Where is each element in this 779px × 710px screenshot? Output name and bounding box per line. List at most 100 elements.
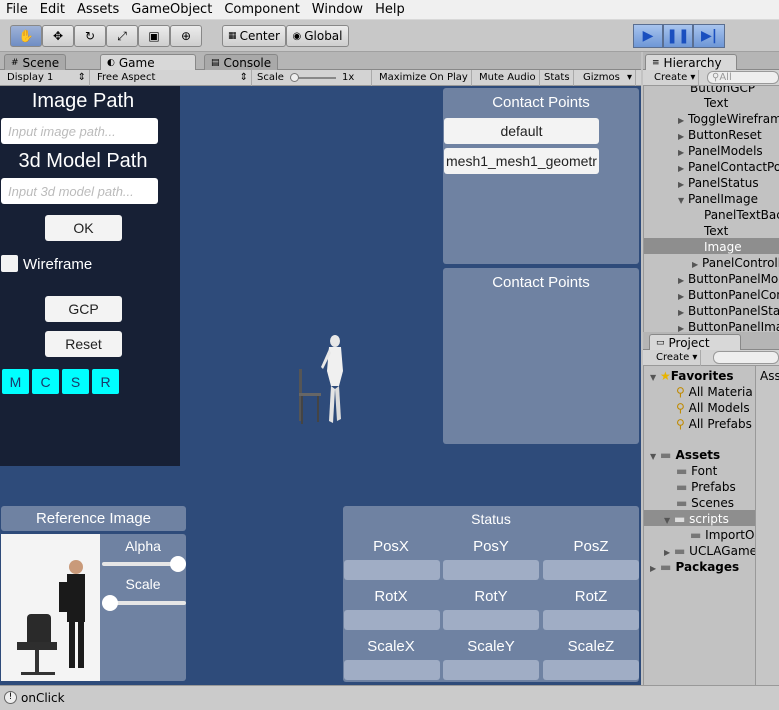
hierarchy-row-label: PanelContactPo — [688, 160, 779, 174]
mode-r-button[interactable]: R — [92, 369, 119, 394]
hierarchy-create-dropdown[interactable]: Create ▾ — [651, 70, 700, 86]
hierarchy-row[interactable]: ▶ PanelControll — [692, 255, 779, 271]
menu-file[interactable]: File — [0, 0, 34, 20]
favorites-row[interactable]: ▼ ★Favorites — [650, 368, 733, 384]
pivot-toggle[interactable]: ▦ Center — [222, 25, 286, 47]
hierarchy-row[interactable]: ▶ PanelModels — [678, 143, 763, 159]
scale-slider-ref-thumb[interactable] — [102, 595, 118, 611]
asset-folder[interactable]: ▬ Scenes — [676, 495, 734, 511]
menu-edit[interactable]: Edit — [34, 0, 71, 20]
favorite-item[interactable]: ⚲ All Prefabs — [676, 416, 752, 432]
hierarchy-row[interactable]: ▶ ButtonReset — [678, 127, 762, 143]
hierarchy-row[interactable]: ▼ PanelImage — [678, 191, 758, 207]
hierarchy-row[interactable]: ▶ ButtonPanelMod — [678, 271, 779, 287]
game-icon: ◐ — [107, 58, 115, 68]
gizmos-label: Gizmos — [583, 72, 620, 83]
image-path-input[interactable]: Input image path... — [1, 118, 158, 144]
scale-value: 1x — [342, 72, 355, 83]
hierarchy-search-input[interactable]: ⚲All — [707, 71, 779, 84]
tab-console[interactable]: ▤ Console — [204, 54, 279, 71]
hand-tool-button[interactable]: ✋ — [10, 25, 42, 47]
game-tabbar: # Scene ◐ Game ▤ Console — [0, 52, 641, 71]
asset-folder[interactable]: ▬ Prefabs — [676, 479, 736, 495]
hierarchy-row[interactable]: ▶ ButtonPanelIma — [678, 319, 779, 332]
gizmos-dropdown[interactable]: Gizmos ▾ — [580, 70, 636, 86]
hierarchy-row-selected[interactable]: Image — [704, 239, 742, 255]
menu-assets[interactable]: Assets — [71, 0, 125, 20]
hierarchy-row[interactable]: PanelTextBac — [704, 207, 779, 223]
mode-m-button[interactable]: M — [2, 369, 29, 394]
wireframe-checkbox[interactable] — [1, 255, 18, 272]
hierarchy-row[interactable]: ▶ PanelContactPo — [678, 159, 779, 175]
mode-s-button[interactable]: S — [62, 369, 89, 394]
posz-field[interactable] — [543, 560, 639, 580]
transform-tool-button[interactable]: ⊕ — [170, 25, 202, 47]
tab-game[interactable]: ◐ Game — [100, 54, 196, 71]
roty-label: RotY — [474, 588, 508, 605]
hierarchy-row[interactable]: ▶ ButtonPanelCon — [678, 287, 779, 303]
rotz-field[interactable] — [543, 610, 639, 630]
rotate-tool-button[interactable]: ↻ — [74, 25, 106, 47]
hierarchy-row[interactable]: ▶ PanelStatus — [678, 175, 759, 191]
asset-folder[interactable]: ▬ ImportO — [690, 527, 754, 543]
tab-scene[interactable]: # Scene — [4, 54, 67, 71]
menu-component[interactable]: Component — [218, 0, 305, 20]
folder-icon: ▬ — [674, 512, 686, 526]
mode-c-button[interactable]: C — [32, 369, 59, 394]
maximize-on-play-toggle[interactable]: Maximize On Play — [376, 70, 472, 86]
hierarchy-row[interactable]: ▶ ToggleWirefram — [678, 111, 779, 127]
project-search-input[interactable] — [713, 351, 779, 364]
model-path-input[interactable]: Input 3d model path... — [1, 178, 158, 204]
contact-item-mesh[interactable]: mesh1_mesh1_geometr — [444, 148, 599, 174]
assets-row[interactable]: ▼ ▬ Assets — [650, 447, 720, 463]
step-button[interactable]: ▶| — [693, 24, 725, 48]
scale-slider-thumb[interactable] — [290, 73, 299, 82]
display-dropdown[interactable]: Display 1 ⇕ — [4, 70, 90, 86]
asset-folder-selected[interactable]: ▼ ▬ scripts — [664, 511, 729, 527]
hierarchy-create-label: Create — [654, 72, 688, 83]
rect-tool-button[interactable]: ▣ — [138, 25, 170, 47]
posx-field[interactable] — [344, 560, 440, 580]
aspect-dropdown[interactable]: Free Aspect ⇕ — [94, 70, 252, 86]
mute-audio-toggle[interactable]: Mute Audio — [476, 70, 540, 86]
packages-row[interactable]: ▶ ▬ Packages — [650, 559, 739, 575]
contact-item-default[interactable]: default — [444, 118, 599, 144]
stats-toggle[interactable]: Stats — [541, 70, 574, 86]
scalex-field[interactable] — [344, 660, 440, 680]
scale-control: Scale 1x — [254, 70, 372, 86]
asset-folder[interactable]: ▶ ▬ UCLAGame — [664, 543, 756, 559]
favorite-item[interactable]: ⚲ All Models — [676, 400, 750, 416]
play-button[interactable]: ▶ — [633, 24, 663, 48]
move-tool-button[interactable]: ✥ — [42, 25, 74, 47]
dropdown-arrow-icon: ▾ — [692, 352, 698, 363]
menu-help[interactable]: Help — [369, 0, 411, 20]
menu-gameobject[interactable]: GameObject — [125, 0, 218, 20]
favorites-label: Favorites — [670, 369, 734, 383]
hierarchy-row[interactable]: ▶ ButtonPanelStat — [678, 303, 779, 319]
posy-field[interactable] — [443, 560, 539, 580]
alpha-slider-thumb[interactable] — [170, 556, 186, 572]
scalez-field[interactable] — [543, 660, 639, 680]
space-toggle[interactable]: ◉ Global — [286, 25, 349, 47]
scale-tool-button[interactable]: ⤢ — [106, 25, 138, 47]
favorite-item[interactable]: ⚲ All Materia — [676, 384, 753, 400]
project-create-dropdown[interactable]: Create ▾ — [653, 350, 702, 366]
hierarchy-row[interactable]: Text — [704, 223, 728, 239]
hierarchy-row[interactable]: Text — [704, 95, 728, 111]
asset-folder-label: UCLAGame — [689, 544, 756, 558]
dropdown-arrow-icon: ▾ — [690, 72, 696, 83]
asset-folder[interactable]: ▬ Font — [676, 463, 717, 479]
rotx-field[interactable] — [344, 610, 440, 630]
reset-button[interactable]: Reset — [45, 331, 122, 357]
menu-window[interactable]: Window — [306, 0, 369, 20]
ok-button[interactable]: OK — [45, 215, 122, 241]
contact-points-title-2: Contact Points — [492, 274, 590, 291]
tab-project[interactable]: ▭ Project — [649, 334, 741, 351]
roty-field[interactable] — [443, 610, 539, 630]
scaley-field[interactable] — [443, 660, 539, 680]
tab-hierarchy[interactable]: ≡ Hierarchy — [645, 54, 737, 71]
pause-button[interactable]: ❚❚ — [663, 24, 693, 48]
project-tabbar: ▭ Project — [643, 332, 779, 351]
gcp-button[interactable]: GCP — [45, 296, 122, 322]
display-label: Display 1 — [7, 72, 54, 83]
